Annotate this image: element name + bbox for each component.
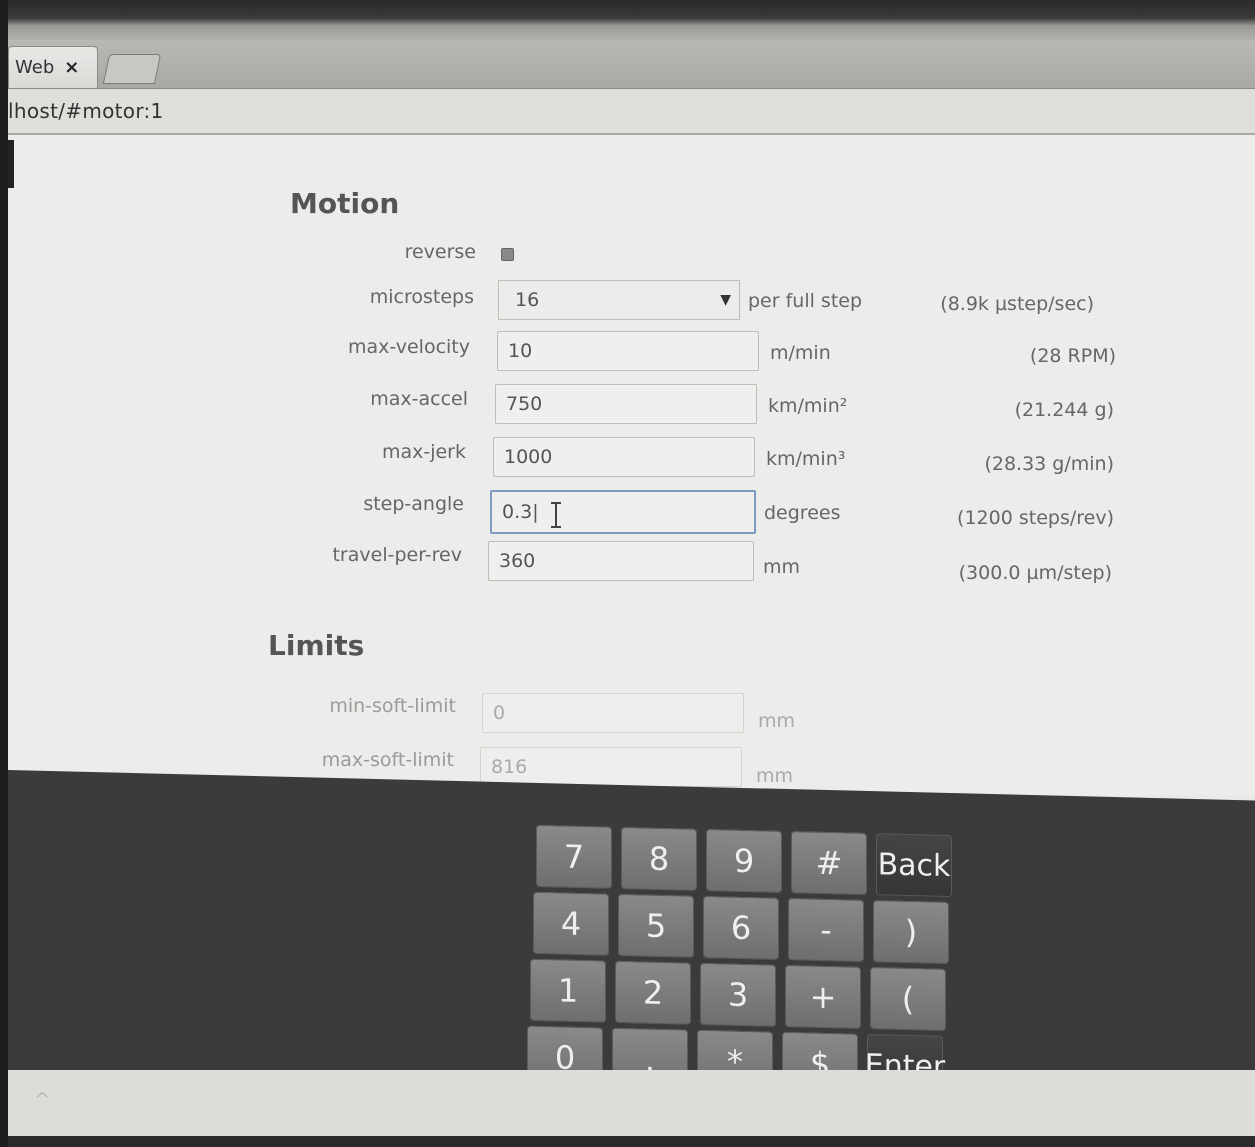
microsteps-label: microsteps	[369, 286, 474, 308]
microsteps-select[interactable]: 16 ▼	[498, 280, 740, 320]
tab-bar: Web ×	[8, 40, 1255, 89]
key-1[interactable]: 1	[530, 958, 606, 1023]
max-accel-input[interactable]: 750	[495, 384, 757, 424]
key-9[interactable]: 9	[706, 829, 782, 893]
key-8[interactable]: 8	[621, 826, 697, 891]
page-content: Motion reverse microsteps 16 ▼ per full …	[8, 135, 1255, 795]
screen-bezel-top	[8, 0, 1255, 44]
browser-tab[interactable]: Web ×	[8, 46, 98, 88]
step-angle-label: step-angle	[363, 493, 464, 515]
max-velocity-unit: m/min	[770, 342, 831, 364]
max-velocity-note: (28 RPM)	[1029, 345, 1116, 367]
key-hash[interactable]: #	[791, 831, 867, 895]
screen: Web × lhost/#motor:1 Motion reverse micr…	[8, 0, 1255, 1147]
max-soft-limit-unit: mm	[756, 765, 794, 787]
max-accel-label: max-accel	[370, 388, 468, 410]
left-edge-bar	[8, 140, 14, 188]
key-6[interactable]: 6	[703, 895, 779, 960]
step-angle-input[interactable]: 0.3|	[490, 490, 756, 534]
max-velocity-label: max-velocity	[348, 336, 470, 358]
reverse-checkbox[interactable]	[501, 248, 514, 261]
max-soft-limit-label: max-soft-limit	[321, 749, 454, 771]
limits-section-title: Limits	[268, 629, 365, 662]
microsteps-note: (8.9k µstep/sec)	[940, 293, 1094, 315]
screen-bezel-bottom	[8, 1136, 1255, 1147]
key-minus[interactable]: -	[788, 898, 864, 962]
travel-per-rev-unit: mm	[763, 556, 801, 578]
key-7[interactable]: 7	[536, 824, 612, 889]
travel-per-rev-note: (300.0 µm/step)	[958, 562, 1112, 584]
key-close-paren[interactable]: )	[873, 900, 949, 964]
min-soft-limit-label: min-soft-limit	[329, 695, 456, 717]
new-tab-button[interactable]	[102, 54, 162, 84]
key-plus[interactable]: +	[785, 964, 861, 1029]
key-5[interactable]: 5	[618, 893, 694, 958]
max-jerk-note: (28.33 g/min)	[984, 453, 1114, 475]
tab-close-icon[interactable]: ×	[64, 57, 79, 78]
key-3[interactable]: 3	[700, 962, 776, 1027]
max-accel-note: (21.244 g)	[1014, 399, 1114, 421]
url-text: lhost/#motor:1	[8, 99, 164, 123]
key-2[interactable]: 2	[615, 960, 691, 1025]
min-soft-limit-unit: mm	[758, 710, 796, 732]
max-accel-unit: km/min²	[768, 395, 848, 417]
max-jerk-label: max-jerk	[381, 441, 466, 463]
max-soft-limit-input[interactable]: 816	[480, 747, 742, 787]
min-soft-limit-input[interactable]: 0	[482, 693, 744, 733]
dropdown-arrow-icon: ▼	[720, 292, 731, 308]
max-jerk-unit: km/min³	[766, 448, 846, 470]
motion-section-title: Motion	[290, 187, 400, 220]
virtual-keypad: 7 8 9 # Back 4 5 6-) 1 2 3 +(0. * $ Enter	[8, 770, 1255, 1101]
key-back[interactable]: Back	[876, 833, 952, 898]
tab-title: Web	[15, 57, 55, 78]
address-bar[interactable]: lhost/#motor:1	[8, 89, 1255, 135]
step-angle-unit: degrees	[764, 502, 841, 524]
microsteps-unit: per full step	[748, 290, 863, 312]
max-velocity-input[interactable]: 10	[497, 331, 759, 371]
key-open-paren[interactable]: (	[870, 967, 946, 1031]
travel-per-rev-input[interactable]: 360	[488, 541, 754, 581]
step-angle-note: (1200 steps/rev)	[957, 507, 1114, 529]
key-4[interactable]: 4	[533, 891, 609, 956]
chevron-up-icon[interactable]: ^	[34, 1088, 51, 1112]
microsteps-value: 16	[515, 289, 540, 311]
reverse-label: reverse	[404, 241, 476, 263]
text-cursor-icon	[551, 502, 561, 528]
travel-per-rev-label: travel-per-rev	[332, 544, 462, 566]
max-jerk-input[interactable]: 1000	[493, 437, 755, 477]
